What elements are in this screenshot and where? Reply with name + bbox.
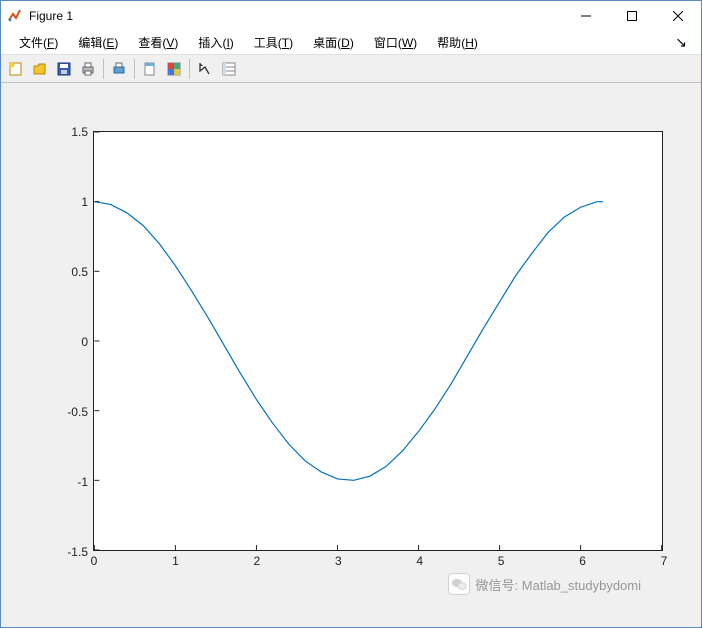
link-button[interactable] xyxy=(139,58,161,80)
figure-canvas: -1.5-1-0.500.511.501234567 微信号: Matlab_s… xyxy=(1,83,701,627)
matlab-icon xyxy=(7,8,23,24)
x-tick-label: 3 xyxy=(335,554,342,568)
x-tick-label: 4 xyxy=(416,554,423,568)
save-button[interactable] xyxy=(53,58,75,80)
window-controls xyxy=(563,1,701,31)
print-preview-button[interactable] xyxy=(108,58,130,80)
menu-edit[interactable]: 编辑(E) xyxy=(68,31,128,54)
new-figure-button[interactable] xyxy=(5,58,27,80)
y-tick-label: 0.5 xyxy=(71,265,88,279)
x-tick-label: 1 xyxy=(172,554,179,568)
property-editor-button[interactable] xyxy=(218,58,240,80)
toolbar-separator xyxy=(134,59,135,79)
menu-insert[interactable]: 插入(I) xyxy=(188,31,243,54)
y-tick-label: 0 xyxy=(81,335,88,349)
y-tick-label: -1.5 xyxy=(67,545,88,559)
close-button[interactable] xyxy=(655,1,701,31)
axes[interactable]: -1.5-1-0.500.511.501234567 xyxy=(93,131,663,551)
menu-help[interactable]: 帮助(H) xyxy=(427,31,488,54)
edit-plot-button[interactable] xyxy=(194,58,216,80)
menu-view[interactable]: 查看(V) xyxy=(128,31,188,54)
y-tick-label: 1 xyxy=(81,195,88,209)
insert-colorbar-button[interactable] xyxy=(163,58,185,80)
print-button[interactable] xyxy=(77,58,99,80)
watermark: 微信号: Matlab_studybydomi xyxy=(448,573,641,595)
title-bar: Figure 1 xyxy=(1,1,701,31)
menu-file[interactable]: 文件(F) xyxy=(9,31,68,54)
y-tick-label: -1 xyxy=(77,475,88,489)
series-line xyxy=(94,202,603,481)
line-plot xyxy=(94,132,662,550)
y-tick-label: 1.5 xyxy=(71,125,88,139)
x-tick-label: 6 xyxy=(579,554,586,568)
toolbar-separator xyxy=(103,59,104,79)
dock-arrow-icon[interactable]: ↘ xyxy=(675,34,693,51)
watermark-text: 微信号: Matlab_studybydomi xyxy=(476,575,641,594)
x-tick-label: 5 xyxy=(498,554,505,568)
x-tick-label: 7 xyxy=(661,554,668,568)
figure-window: Figure 1 文件(F) 编辑(E) 查看(V) 插入(I) 工具(T) 桌… xyxy=(0,0,702,628)
minimize-button[interactable] xyxy=(563,1,609,31)
toolbar xyxy=(1,55,701,83)
open-file-button[interactable] xyxy=(29,58,51,80)
menu-window[interactable]: 窗口(W) xyxy=(364,31,427,54)
wechat-icon xyxy=(448,573,470,595)
menu-desktop[interactable]: 桌面(D) xyxy=(303,31,364,54)
x-tick-label: 2 xyxy=(254,554,261,568)
toolbar-separator xyxy=(189,59,190,79)
y-tick-label: -0.5 xyxy=(67,405,88,419)
menu-tools[interactable]: 工具(T) xyxy=(244,31,303,54)
menu-bar: 文件(F) 编辑(E) 查看(V) 插入(I) 工具(T) 桌面(D) 窗口(W… xyxy=(1,31,701,55)
maximize-button[interactable] xyxy=(609,1,655,31)
window-title: Figure 1 xyxy=(29,9,563,23)
x-tick-label: 0 xyxy=(91,554,98,568)
